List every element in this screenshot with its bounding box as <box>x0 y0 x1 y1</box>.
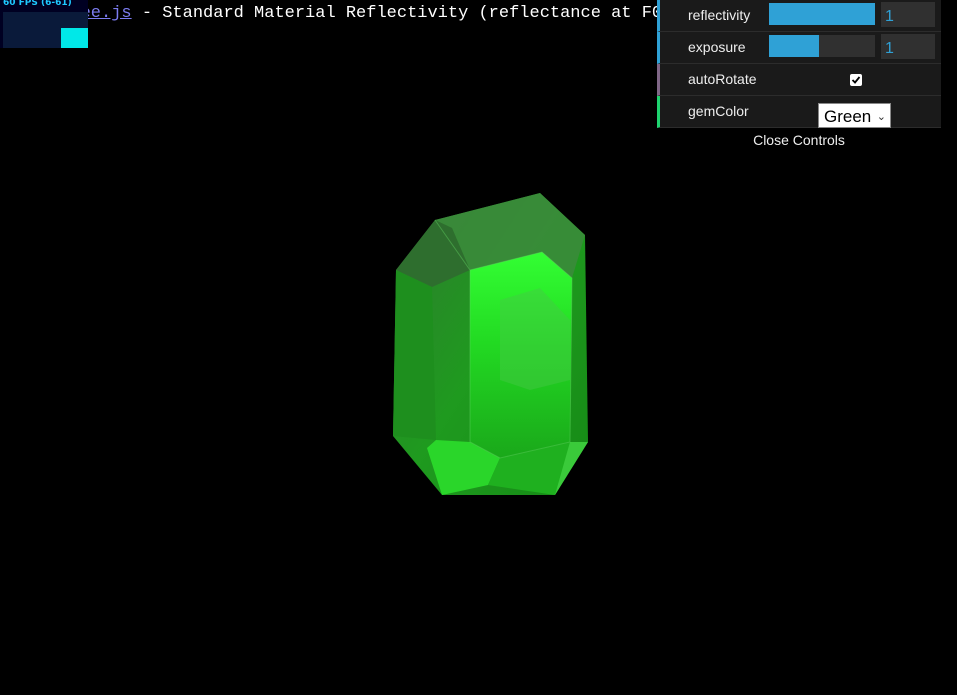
exposure-slider-fill <box>769 35 819 57</box>
reflectivity-slider[interactable] <box>769 3 875 25</box>
gemcolor-select[interactable]: Green ⌄ <box>818 103 891 128</box>
chevron-down-icon: ⌄ <box>876 111 886 123</box>
exposure-value-input[interactable]: 1 <box>881 34 935 59</box>
close-controls-button[interactable]: Close Controls <box>657 128 941 152</box>
controls-panel: reflectivity 1 exposure 1 autoRotate gem… <box>657 0 941 152</box>
emerald-gem-render <box>393 193 588 495</box>
exposure-label: exposure <box>688 39 746 55</box>
gemcolor-selected-value: Green <box>824 107 872 126</box>
fps-graph <box>3 12 88 48</box>
control-autorotate: autoRotate <box>657 64 941 96</box>
reflectivity-slider-fill <box>769 3 875 25</box>
reflectivity-label: reflectivity <box>688 7 751 23</box>
autorotate-label: autoRotate <box>688 71 757 87</box>
fps-graph-bar <box>61 28 88 48</box>
exposure-slider[interactable] <box>769 35 875 57</box>
page-title: three.js - Standard Material Reflectivit… <box>50 4 662 23</box>
reflectivity-value-input[interactable]: 1 <box>881 2 935 27</box>
title-text: - Standard Material Reflectivity (reflec… <box>131 4 663 23</box>
check-icon <box>851 76 861 84</box>
control-reflectivity: reflectivity 1 <box>657 0 941 32</box>
gemcolor-label: gemColor <box>688 103 749 119</box>
autorotate-checkbox[interactable] <box>850 74 862 86</box>
fps-text: 60 FPS (6-61) <box>3 0 72 8</box>
fps-stats-panel[interactable]: 60 FPS (6-61) <box>0 0 88 48</box>
control-gemcolor: gemColor Green ⌄ <box>657 96 941 128</box>
control-exposure: exposure 1 <box>657 32 941 64</box>
